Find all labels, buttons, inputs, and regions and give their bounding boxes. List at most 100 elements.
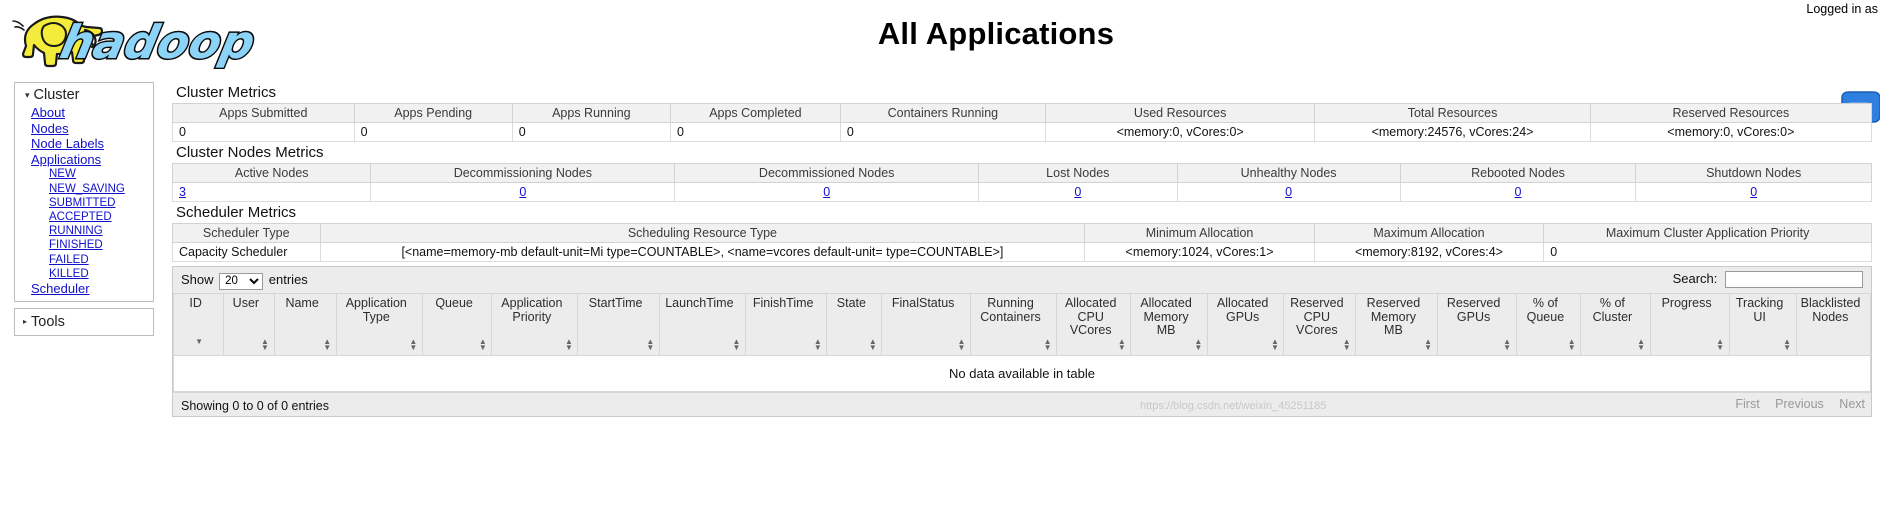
col-percent-of-cluster[interactable]: % of Cluster ▲ ▼ (1580, 293, 1651, 356)
table-header-row: Scheduler Type Scheduling Resource Type … (172, 223, 1872, 243)
sort-icon[interactable]: ▲ ▼ (1342, 338, 1351, 352)
sidebar-tools-box[interactable]: ▸ Tools (14, 307, 154, 336)
col-state[interactable]: State ▲ ▼ (826, 293, 883, 356)
cluster-nodes-metrics-title: Cluster Nodes Metrics (176, 144, 324, 161)
sidebar: ▾ Cluster About Nodes Node Labels Applica… (14, 82, 154, 336)
pager-next[interactable]: Next (1839, 397, 1865, 411)
sort-icon[interactable]: ▲ ▼ (868, 338, 877, 352)
sidebar-state-new[interactable]: NEW (49, 167, 153, 181)
col-application-priority[interactable]: Application Priority ▲ ▼ (491, 293, 579, 356)
col-reserved-memory-mb[interactable]: Reserved Memory MB ▲ ▼ (1355, 293, 1438, 356)
col-name[interactable]: Name ▲ ▼ (273, 293, 337, 356)
sort-desc-icon: ▼ (1342, 343, 1351, 352)
col-allocated-cpu-vcores[interactable]: Allocated CPU VCores ▲ ▼ (1056, 293, 1132, 356)
col-blacklisted-nodes[interactable]: Blacklisted Nodes (1795, 293, 1872, 356)
sort-icon[interactable]: ▲ ▼ (1043, 338, 1052, 352)
decommissioning-nodes-link[interactable]: 0 (519, 185, 526, 199)
unhealthy-nodes-link[interactable]: 0 (1285, 185, 1292, 199)
sort-icon[interactable]: ▲ ▼ (478, 338, 487, 352)
col-apps-pending: Apps Pending (353, 103, 513, 123)
col-running-containers[interactable]: Running Containers ▲ ▼ (969, 293, 1058, 356)
table-row: Capacity Scheduler [<name=memory-mb defa… (172, 242, 1872, 262)
val-shutdown-nodes: 0 (1635, 182, 1872, 202)
col-finishtime[interactable]: FinishTime ▲ ▼ (744, 293, 828, 356)
sort-icon[interactable]: ▲ ▼ (1637, 338, 1646, 352)
col-reserved-cpu-vcores[interactable]: Reserved CPU VCores ▲ ▼ (1283, 293, 1357, 356)
sort-icon[interactable]: ▲ ▼ (1424, 338, 1433, 352)
col-allocated-memory-mb[interactable]: Allocated Memory MB ▲ ▼ (1130, 293, 1208, 356)
sidebar-item-scheduler[interactable]: Scheduler (31, 281, 153, 297)
sort-icon[interactable]: ▲ ▼ (813, 338, 822, 352)
col-user[interactable]: User ▲ ▼ (223, 293, 275, 356)
sort-desc-icon: ▼ (1194, 343, 1203, 352)
val-unhealthy-nodes: 0 (1176, 182, 1401, 202)
col-shutdown-nodes: Shutdown Nodes (1635, 163, 1872, 183)
val-apps-running: 0 (511, 122, 671, 142)
table-row-empty: No data available in table (173, 355, 1871, 392)
col-launchtime[interactable]: LaunchTime ▲ ▼ (658, 293, 746, 356)
showing-info: Showing 0 to 0 of 0 entries (181, 399, 330, 413)
pager-previous[interactable]: Previous (1775, 397, 1824, 411)
empty-message: No data available in table (173, 355, 1871, 392)
page-size-select[interactable]: 2050100 (219, 272, 264, 290)
search-input[interactable] (1725, 271, 1863, 289)
sort-icon[interactable]: ▲ ▼ (957, 338, 966, 352)
col-progress-label: Progress (1661, 296, 1712, 310)
col-tracking-ui[interactable]: Tracking UI ▲ ▼ (1728, 293, 1797, 356)
sidebar-state-running[interactable]: RUNNING (49, 224, 153, 238)
sort-icon[interactable]: ▲ ▼ (646, 338, 655, 352)
active-nodes-link[interactable]: 3 (179, 185, 186, 199)
pagination: First Previous Next (1723, 397, 1865, 411)
sidebar-state-new-saving[interactable]: NEW_SAVING (49, 182, 153, 196)
sort-icon[interactable]: ▲ ▼ (1567, 338, 1576, 352)
col-starttime[interactable]: StartTime ▲ ▼ (577, 293, 660, 356)
lost-nodes-link[interactable]: 0 (1074, 185, 1081, 199)
sort-icon[interactable]: ▲ ▼ (1194, 338, 1203, 352)
col-id[interactable]: ID ▼ (172, 293, 225, 356)
sort-icon[interactable]: ▲ ▼ (732, 338, 741, 352)
col-allocated-cpu-vcores-label: Allocated CPU VCores (1064, 296, 1117, 337)
sort-icon[interactable]: ▼ (195, 338, 204, 351)
shutdown-nodes-link[interactable]: 0 (1750, 185, 1757, 199)
sort-desc-icon: ▼ (323, 343, 332, 352)
sort-icon[interactable]: ▲ ▼ (1716, 338, 1725, 352)
decommissioned-nodes-link[interactable]: 0 (823, 185, 830, 199)
col-progress[interactable]: Progress ▲ ▼ (1649, 293, 1730, 356)
cluster-metrics-title: Cluster Metrics (176, 84, 277, 101)
col-application-type[interactable]: Application Type ▲ ▼ (335, 293, 423, 356)
sidebar-item-about[interactable]: About (31, 105, 153, 121)
sort-icon[interactable]: ▲ ▼ (1783, 338, 1792, 352)
sidebar-tools-header[interactable]: ▸ Tools (15, 312, 153, 332)
sort-icon[interactable]: ▲ ▼ (1270, 338, 1279, 352)
sort-icon[interactable]: ▲ ▼ (323, 338, 332, 352)
rebooted-nodes-link[interactable]: 0 (1515, 185, 1522, 199)
sort-desc-icon: ▼ (1043, 343, 1052, 352)
col-reserved-gpus-label: Reserved GPUs (1446, 296, 1501, 324)
col-reserved-gpus[interactable]: Reserved GPUs ▲ ▼ (1436, 293, 1517, 356)
sidebar-state-killed[interactable]: KILLED (49, 267, 153, 281)
val-containers-running: 0 (839, 122, 1046, 142)
sidebar-item-nodes[interactable]: Nodes (31, 121, 153, 137)
col-queue[interactable]: Queue ▲ ▼ (421, 293, 493, 356)
val-scheduling-resource-type: [<name=memory-mb default-unit=Mi type=CO… (319, 242, 1086, 262)
sort-icon[interactable]: ▲ ▼ (261, 338, 270, 352)
sidebar-state-finished[interactable]: FINISHED (49, 238, 153, 252)
sort-desc-icon: ▼ (478, 343, 487, 352)
col-finalstatus[interactable]: FinalStatus ▲ ▼ (881, 293, 971, 356)
show-label: Show (181, 272, 214, 287)
sidebar-item-node-labels[interactable]: Node Labels (31, 136, 153, 152)
sort-icon[interactable]: ▲ ▼ (1117, 338, 1126, 352)
sort-icon[interactable]: ▲ ▼ (409, 338, 418, 352)
sidebar-state-submitted[interactable]: SUBMITTED (49, 196, 153, 210)
pager-first[interactable]: First (1735, 397, 1759, 411)
sidebar-item-applications[interactable]: Applications (31, 152, 153, 168)
sort-icon[interactable]: ▲ ▼ (564, 338, 573, 352)
col-allocated-gpus[interactable]: Allocated GPUs ▲ ▼ (1206, 293, 1285, 356)
val-used-resources: <memory:0, vCores:0> (1044, 122, 1316, 142)
sidebar-cluster-header[interactable]: ▾ Cluster (15, 85, 153, 105)
col-percent-of-queue[interactable]: % of Queue ▲ ▼ (1515, 293, 1582, 356)
col-apps-completed: Apps Completed (669, 103, 841, 123)
sidebar-state-failed[interactable]: FAILED (49, 253, 153, 267)
sidebar-state-accepted[interactable]: ACCEPTED (49, 210, 153, 224)
sort-icon[interactable]: ▲ ▼ (1503, 338, 1512, 352)
